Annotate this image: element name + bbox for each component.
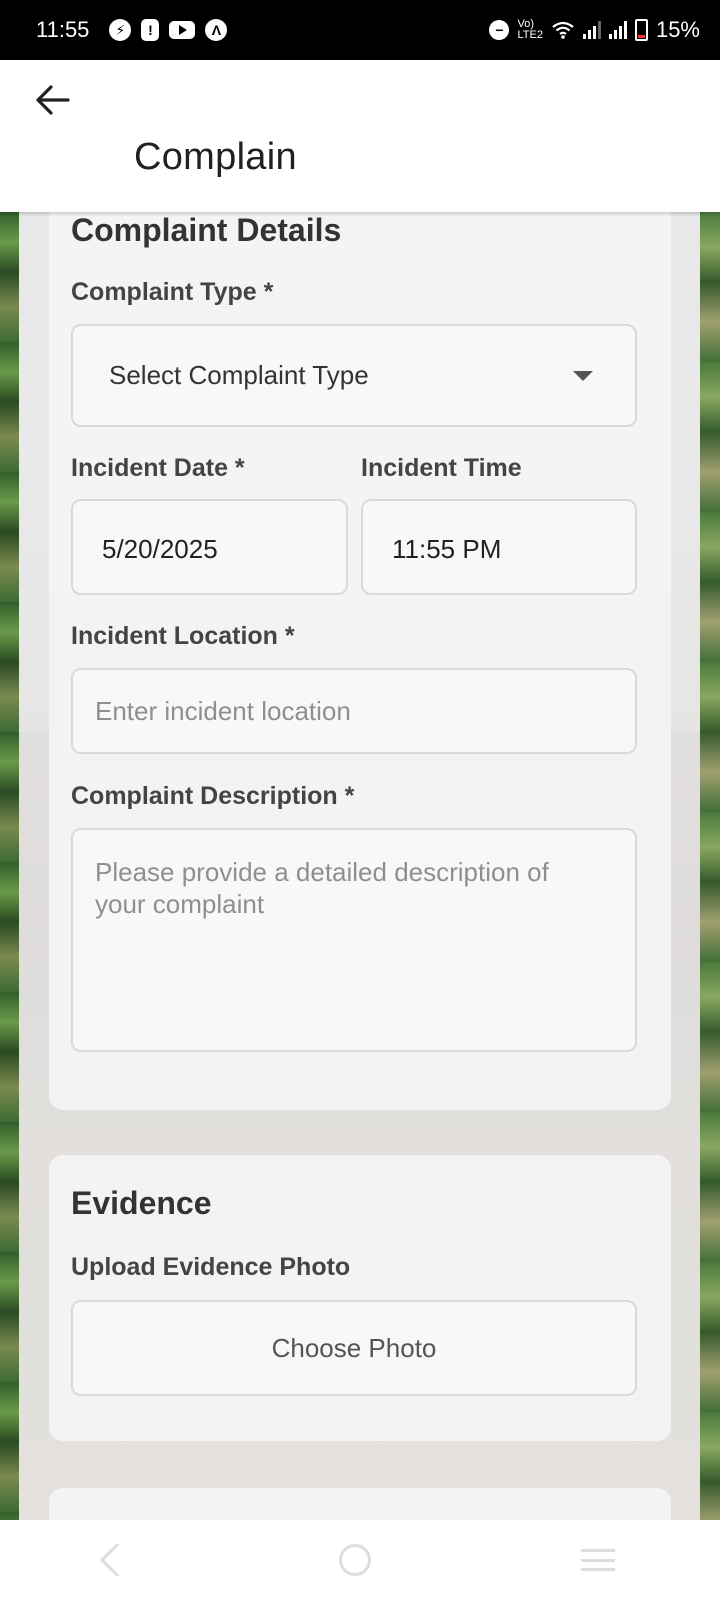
complaint-type-label: Complaint Type *	[71, 278, 274, 306]
background-right-foliage	[700, 212, 720, 1520]
incident-location-placeholder: Enter incident location	[95, 696, 351, 726]
incident-time-label: Incident Time	[361, 454, 522, 482]
complaint-description-label: Complaint Description *	[71, 782, 355, 810]
complaint-type-value: Select Complaint Type	[109, 360, 369, 390]
alert-icon: !	[141, 19, 160, 41]
choose-photo-button[interactable]: Choose Photo	[71, 1300, 637, 1396]
evidence-card: Evidence Upload Evidence Photo Choose Ph…	[49, 1155, 671, 1441]
incident-date-label: Incident Date *	[71, 454, 245, 482]
do-not-disturb-icon: −	[489, 20, 510, 40]
signal-2-icon	[608, 21, 627, 39]
complaint-type-select[interactable]: Select Complaint Type	[71, 324, 637, 427]
battery-icon	[634, 19, 648, 41]
complaint-description-placeholder: Please provide a detailed description of…	[95, 857, 549, 919]
back-button[interactable]	[28, 78, 76, 122]
nav-recents-icon[interactable]	[581, 1549, 615, 1571]
background-left-foliage	[0, 212, 19, 1520]
notification-icons: ⚡ ! Λ	[109, 19, 228, 41]
incident-location-label: Incident Location *	[71, 622, 295, 650]
complaint-description-textarea[interactable]: Please provide a detailed description of…	[71, 828, 637, 1052]
app-bar: Complain	[0, 60, 720, 212]
nav-back-icon[interactable]	[100, 1543, 134, 1577]
status-time: 11:55	[36, 17, 90, 42]
status-bar: 11:55 ⚡ ! Λ − Vo) LTE2 15%	[0, 0, 720, 60]
arrow-left-icon	[36, 85, 70, 115]
signal-1-icon	[582, 21, 601, 39]
complaint-details-card: Complaint Details Complaint Type * Selec…	[49, 170, 671, 1110]
evidence-title: Evidence	[71, 1185, 212, 1221]
battery-percent: 15%	[655, 17, 700, 42]
volte-icon: Vo) LTE2	[517, 18, 543, 41]
choose-photo-label: Choose Photo	[271, 1332, 437, 1363]
system-icons: − Vo) LTE2 15%	[489, 17, 700, 43]
dropdown-caret-icon	[573, 371, 593, 381]
app-a-icon: Λ	[205, 19, 228, 41]
youtube-icon	[169, 21, 196, 39]
upload-evidence-label: Upload Evidence Photo	[71, 1253, 351, 1281]
complaint-details-title: Complaint Details	[71, 212, 342, 248]
incident-location-input[interactable]: Enter incident location	[71, 668, 637, 754]
system-navigation-bar	[0, 1520, 720, 1600]
wifi-icon	[552, 21, 574, 39]
incident-time-field[interactable]: 11:55 PM	[361, 499, 637, 595]
incident-date-value: 5/20/2025	[102, 534, 218, 564]
messenger-icon: ⚡	[109, 19, 132, 41]
incident-time-value: 11:55 PM	[392, 534, 502, 564]
incident-date-field[interactable]: 5/20/2025	[71, 499, 348, 595]
page-title: Complain	[134, 136, 297, 178]
nav-home-icon[interactable]	[339, 1544, 371, 1576]
